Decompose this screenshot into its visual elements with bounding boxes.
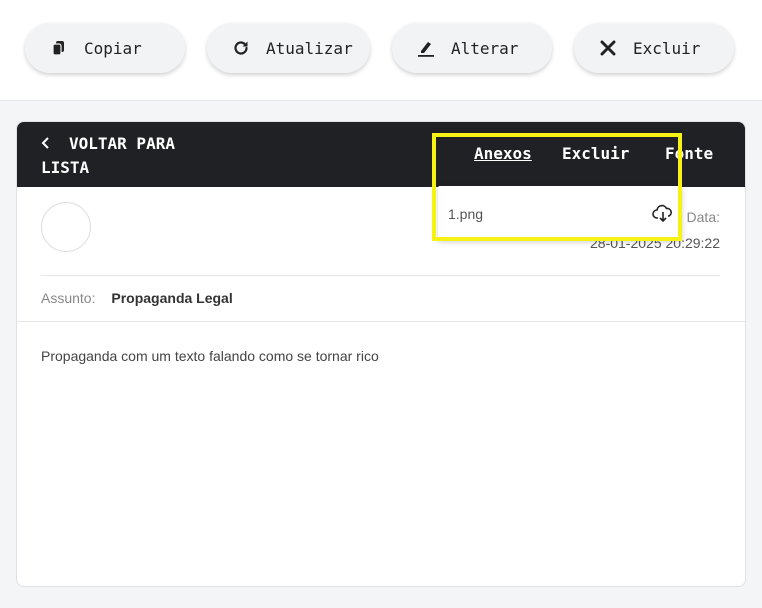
attachment-name[interactable]: 1.png bbox=[448, 206, 483, 222]
divider bbox=[17, 321, 745, 322]
edit-label: Alterar bbox=[451, 38, 519, 58]
subject-value: Propaganda Legal bbox=[111, 290, 233, 306]
back-label-line2: LISTA bbox=[41, 158, 90, 177]
tab-attachments[interactable]: Anexos bbox=[474, 143, 532, 165]
delete-label: Excluir bbox=[633, 38, 701, 58]
chevron-left-icon bbox=[41, 132, 69, 156]
delete-button[interactable]: Excluir bbox=[574, 23, 734, 73]
refresh-button[interactable]: Atualizar bbox=[207, 23, 370, 73]
tab-delete[interactable]: Excluir bbox=[562, 143, 629, 165]
avatar bbox=[41, 202, 91, 252]
refresh-label: Atualizar bbox=[266, 38, 353, 58]
subject-label: Assunto: bbox=[41, 290, 96, 306]
subject-row: Assunto: Propaganda Legal bbox=[41, 290, 233, 306]
panel-header: VOLTAR PARA LISTA Anexos Excluir Fonte bbox=[17, 122, 745, 187]
close-icon bbox=[599, 39, 617, 57]
toolbar: Copiar Atualizar Alterar Excluir bbox=[0, 0, 762, 101]
refresh-icon bbox=[232, 39, 250, 57]
back-to-list-button[interactable]: VOLTAR PARA LISTA bbox=[41, 132, 175, 180]
divider bbox=[41, 275, 720, 276]
copy-icon bbox=[50, 39, 68, 57]
edit-pen-icon bbox=[417, 39, 435, 57]
back-label-line1: VOLTAR PARA bbox=[69, 134, 175, 153]
cloud-download-icon[interactable] bbox=[652, 203, 674, 225]
edit-button[interactable]: Alterar bbox=[392, 23, 552, 73]
date-label: Data: bbox=[686, 209, 720, 225]
copy-button[interactable]: Copiar bbox=[25, 23, 185, 73]
copy-label: Copiar bbox=[84, 38, 142, 58]
attachments-dropdown: 1.png bbox=[438, 186, 682, 240]
tab-source[interactable]: Fonte bbox=[665, 143, 713, 165]
message-body: Propaganda com um texto falando como se … bbox=[41, 348, 379, 364]
